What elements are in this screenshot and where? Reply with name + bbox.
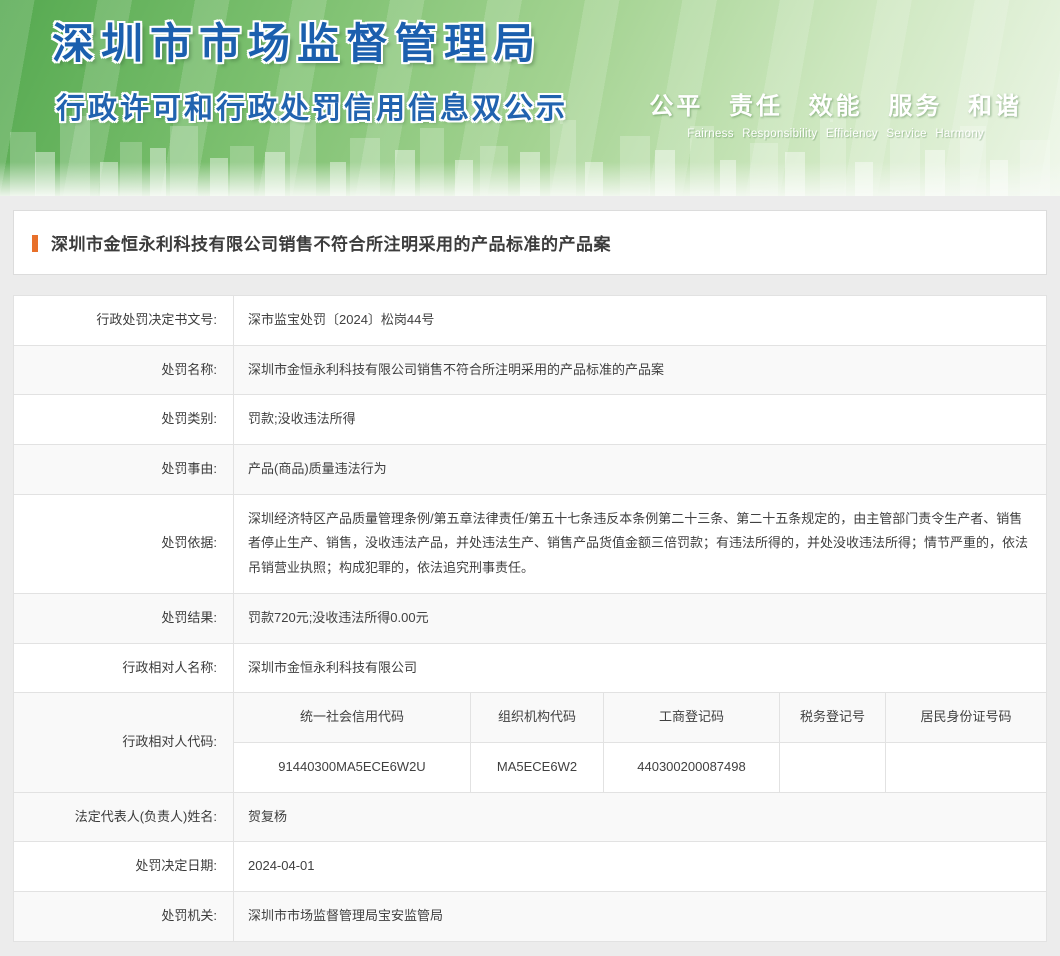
table-row-penalty-category: 处罚类别: 罚款;没收违法所得	[14, 395, 1047, 445]
penalty-table-box: 行政处罚决定书文号: 深市监宝处罚〔2024〕松岗44号 处罚名称: 深圳市金恒…	[13, 295, 1047, 942]
row-value: 深圳市市场监督管理局宝安监管局	[234, 891, 1047, 941]
code-value: 91440300MA5ECE6W2U	[234, 742, 471, 792]
row-label: 处罚决定日期:	[14, 842, 234, 892]
row-value: 深市监宝处罚〔2024〕松岗44号	[234, 296, 1047, 346]
slogan-chinese: 公平 责任 效能 服务 和谐	[649, 86, 1022, 121]
code-value	[886, 742, 1047, 792]
row-value: 深圳市金恒永利科技有限公司销售不符合所注明采用的产品标准的产品案	[234, 345, 1047, 395]
row-value: 深圳经济特区产品质量管理条例/第五章法律责任/第五十七条违反本条例第二十三条、第…	[234, 494, 1047, 593]
title-accent-bar	[32, 235, 38, 252]
row-label: 行政处罚决定书文号:	[14, 296, 234, 346]
table-row-party-name: 行政相对人名称: 深圳市金恒永利科技有限公司	[14, 643, 1047, 693]
table-row-penalty-reason: 处罚事由: 产品(商品)质量违法行为	[14, 445, 1047, 495]
code-column-header: 工商登记码	[604, 693, 780, 743]
site-title: 深圳市市场监督管理局	[52, 10, 542, 71]
table-row-penalty-authority: 处罚机关: 深圳市市场监督管理局宝安监管局	[14, 891, 1047, 941]
case-title-box: 深圳市金恒永利科技有限公司销售不符合所注明采用的产品标准的产品案	[13, 210, 1047, 275]
table-row-penalty-name: 处罚名称: 深圳市金恒永利科技有限公司销售不符合所注明采用的产品标准的产品案	[14, 345, 1047, 395]
code-value: 440300200087498	[604, 742, 780, 792]
code-column-header: 税务登记号	[780, 693, 886, 743]
row-value: 罚款;没收违法所得	[234, 395, 1047, 445]
table-row-penalty-result: 处罚结果: 罚款720元;没收违法所得0.00元	[14, 593, 1047, 643]
code-column-header: 组织机构代码	[471, 693, 604, 743]
row-label: 处罚机关:	[14, 891, 234, 941]
penalty-info-table: 行政处罚决定书文号: 深市监宝处罚〔2024〕松岗44号 处罚名称: 深圳市金恒…	[13, 295, 1047, 942]
row-label: 处罚依据:	[14, 494, 234, 593]
row-label: 行政相对人代码:	[14, 693, 234, 792]
site-subtitle: 行政许可和行政处罚信用信息双公示	[56, 85, 676, 127]
row-value: 贺复杨	[234, 792, 1047, 842]
row-label: 处罚结果:	[14, 593, 234, 643]
site-banner: 深圳市市场监督管理局 行政许可和行政处罚信用信息双公示 公平 责任 效能 服务 …	[0, 0, 1060, 196]
code-column-header: 统一社会信用代码	[234, 693, 471, 743]
row-value: 2024-04-01	[234, 842, 1047, 892]
banner-slogan: 公平 责任 效能 服务 和谐 Fairness Responsibility E…	[649, 86, 1022, 140]
table-row-party-codes-header: 行政相对人代码: 统一社会信用代码 组织机构代码 工商登记码 税务登记号 居民身…	[14, 693, 1047, 743]
row-label: 处罚事由:	[14, 445, 234, 495]
row-value: 产品(商品)质量违法行为	[234, 445, 1047, 495]
table-row-legal-representative: 法定代表人(负责人)姓名: 贺复杨	[14, 792, 1047, 842]
code-column-header: 居民身份证号码	[886, 693, 1047, 743]
row-label: 处罚类别:	[14, 395, 234, 445]
table-row-decision-date: 处罚决定日期: 2024-04-01	[14, 842, 1047, 892]
table-row-decision-number: 行政处罚决定书文号: 深市监宝处罚〔2024〕松岗44号	[14, 296, 1047, 346]
code-value: MA5ECE6W2	[471, 742, 604, 792]
case-title: 深圳市金恒永利科技有限公司销售不符合所注明采用的产品标准的产品案	[51, 235, 611, 254]
slogan-english: Fairness Responsibility Efficiency Servi…	[649, 128, 1022, 140]
page-root: 深圳市市场监督管理局 行政许可和行政处罚信用信息双公示 公平 责任 效能 服务 …	[0, 0, 1060, 942]
row-value: 深圳市金恒永利科技有限公司	[234, 643, 1047, 693]
row-label: 处罚名称:	[14, 345, 234, 395]
row-label: 法定代表人(负责人)姓名:	[14, 792, 234, 842]
table-row-penalty-basis: 处罚依据: 深圳经济特区产品质量管理条例/第五章法律责任/第五十七条违反本条例第…	[14, 494, 1047, 593]
code-value	[780, 742, 886, 792]
row-label: 行政相对人名称:	[14, 643, 234, 693]
row-value: 罚款720元;没收违法所得0.00元	[234, 593, 1047, 643]
